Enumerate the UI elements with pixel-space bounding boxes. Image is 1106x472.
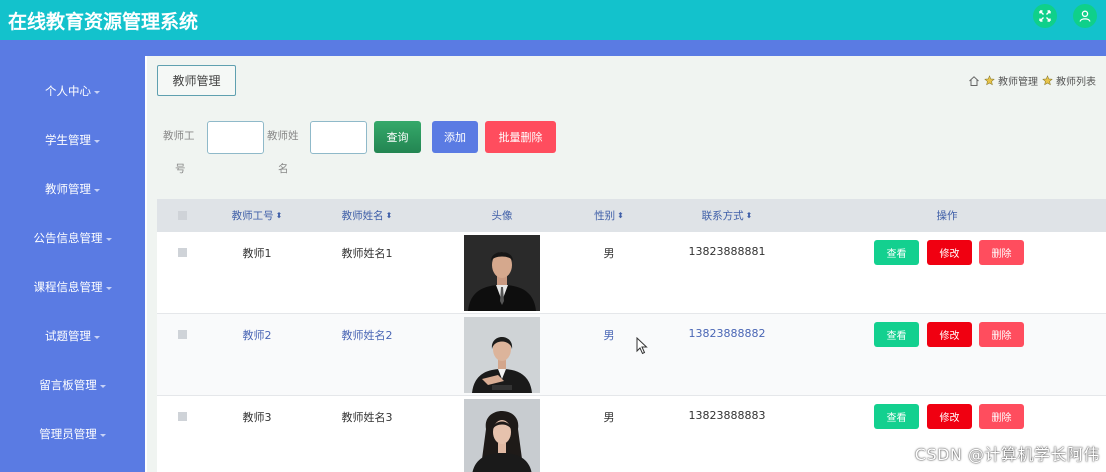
expand-icon (1039, 10, 1051, 22)
chevron-down-icon (105, 286, 112, 290)
mouse-cursor-icon (636, 337, 648, 355)
teacher-id-cell: 教师2 (242, 329, 272, 342)
teacher-name-cell: 教师姓名3 (341, 411, 393, 424)
sidebar-item-label: 试题管理 (45, 329, 91, 343)
query-button[interactable]: 查询 (374, 121, 421, 153)
delete-button[interactable]: 删除 (979, 322, 1024, 347)
teacher-name-label: 教师姓 (267, 130, 299, 142)
delete-button[interactable]: 删除 (979, 404, 1024, 429)
chevron-down-icon (94, 90, 100, 94)
phone-cell: 13823888882 (688, 327, 766, 340)
column-header-phone[interactable]: 联系方式 ⬍ (677, 199, 777, 232)
row-checkbox[interactable] (178, 412, 187, 421)
gender-cell: 男 (603, 411, 615, 424)
chevron-down-icon (94, 335, 100, 339)
main-content: 教师管理 教师管理 教师列表 教师工 号 教师姓 名 查询 添加 批量删除 教师… (147, 56, 1106, 472)
table-row: 教师1 教师姓名1 男 13823888881 查看 修改 删除 (157, 232, 1106, 314)
teacher-id-label: 教师工 (163, 130, 195, 142)
view-button[interactable]: 查看 (874, 322, 919, 347)
chevron-down-icon (99, 384, 106, 388)
teacher-id-input[interactable] (207, 121, 264, 154)
view-button[interactable]: 查看 (874, 404, 919, 429)
sort-icon: ⬍ (275, 210, 283, 220)
sidebar-item-label: 公告信息管理 (33, 231, 103, 245)
row-checkbox[interactable] (178, 330, 187, 339)
sidebar-item-label: 留言板管理 (39, 378, 97, 392)
sort-icon: ⬍ (385, 210, 393, 220)
edit-button[interactable]: 修改 (927, 240, 972, 265)
teacher-table: 教师工号 ⬍ 教师姓名 ⬍ 头像 性别 ⬍ 联系方式 ⬍ 操作 教师1 教师姓名1 (157, 199, 1106, 472)
column-header-teacher-id[interactable]: 教师工号 ⬍ (217, 199, 297, 232)
home-icon[interactable] (968, 75, 980, 87)
teacher-avatar (464, 399, 540, 472)
add-button[interactable]: 添加 (432, 121, 478, 153)
app-title: 在线教育资源管理系统 (8, 11, 199, 33)
sort-icon: ⬍ (617, 210, 624, 220)
star-icon (984, 75, 995, 86)
delete-button[interactable]: 删除 (979, 240, 1024, 265)
sidebar-item-students[interactable]: 学生管理 (0, 125, 145, 155)
sidebar-item-label: 课程信息管理 (33, 280, 103, 294)
teacher-name-cell: 教师姓名1 (341, 247, 393, 260)
breadcrumb-item-current: 教师列表 (1056, 77, 1096, 88)
row-checkbox[interactable] (178, 248, 187, 257)
chevron-down-icon (99, 433, 106, 437)
sidebar-item-label: 个人中心 (45, 84, 91, 98)
column-header-teacher-name[interactable]: 教师姓名 ⬍ (327, 199, 407, 232)
sidebar-item-admins[interactable]: 管理员管理 (0, 419, 145, 449)
fullscreen-icon[interactable] (1033, 4, 1057, 28)
teacher-name-cell: 教师姓名2 (341, 329, 393, 342)
sidebar-item-personal-center[interactable]: 个人中心 (0, 76, 145, 106)
edit-button[interactable]: 修改 (927, 404, 972, 429)
sidebar-item-message-board[interactable]: 留言板管理 (0, 370, 145, 400)
teacher-avatar (464, 235, 540, 311)
phone-cell: 13823888881 (688, 245, 766, 258)
sidebar-item-label: 教师管理 (45, 182, 91, 196)
star-icon (1042, 75, 1053, 86)
breadcrumb: 教师管理 教师列表 (968, 73, 1096, 88)
sidebar-item-announcements[interactable]: 公告信息管理 (0, 223, 145, 253)
chevron-down-icon (94, 188, 100, 192)
sort-icon: ⬍ (745, 210, 753, 220)
gender-cell: 男 (603, 247, 615, 260)
user-icon (1079, 10, 1091, 22)
view-button[interactable]: 查看 (874, 240, 919, 265)
teacher-id-label-wrap: 号 (175, 163, 186, 175)
user-avatar-button[interactable] (1073, 4, 1097, 28)
sidebar-item-teachers[interactable]: 教师管理 (0, 174, 145, 204)
sidebar: 个人中心 学生管理 教师管理 公告信息管理 课程信息管理 试题管理 留言板管理 … (0, 56, 145, 472)
phone-cell: 13823888883 (688, 409, 766, 422)
teacher-avatar (464, 317, 540, 393)
chevron-down-icon (105, 237, 112, 241)
sidebar-item-courses[interactable]: 课程信息管理 (0, 272, 145, 302)
watermark: CSDN @计算机学长阿伟 (914, 445, 1100, 464)
column-header-avatar: 头像 (491, 210, 513, 222)
table-header: 教师工号 ⬍ 教师姓名 ⬍ 头像 性别 ⬍ 联系方式 ⬍ 操作 (157, 199, 1106, 232)
batch-delete-button[interactable]: 批量删除 (485, 121, 556, 153)
page-title: 教师管理 (157, 65, 236, 96)
teacher-id-cell: 教师3 (242, 411, 272, 424)
sidebar-item-exams[interactable]: 试题管理 (0, 321, 145, 351)
header-stripe (0, 40, 1106, 56)
table-row: 教师2 教师姓名2 男 13823888882 查看 修改 删除 (157, 314, 1106, 396)
teacher-name-input[interactable] (310, 121, 367, 154)
chevron-down-icon (94, 139, 100, 143)
sidebar-item-label: 学生管理 (45, 133, 91, 147)
teacher-name-label-wrap: 名 (278, 163, 289, 175)
teacher-id-cell: 教师1 (242, 247, 272, 260)
sidebar-item-label: 管理员管理 (39, 427, 97, 441)
top-bar: 在线教育资源管理系统 (0, 0, 1106, 40)
edit-button[interactable]: 修改 (927, 322, 972, 347)
select-all-checkbox[interactable] (178, 211, 187, 220)
column-header-gender[interactable]: 性别 ⬍ (569, 199, 649, 232)
column-header-actions: 操作 (936, 210, 958, 222)
breadcrumb-item[interactable]: 教师管理 (998, 73, 1038, 88)
